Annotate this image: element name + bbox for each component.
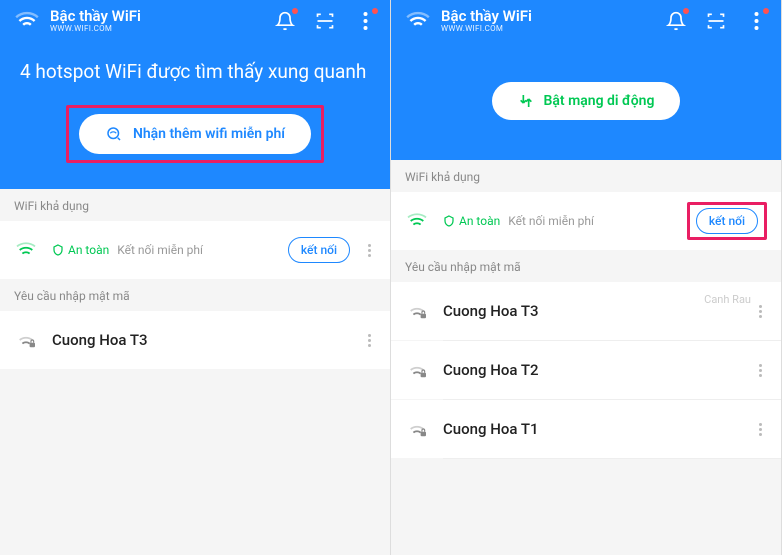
wifi-logo-icon [14,8,40,34]
hero: 4 hotspot WiFi được tìm thấy xung quanh … [0,42,390,189]
row-body: An toàn Kết nối miễn phí [52,243,288,257]
cta-label: Bật mạng di động [544,93,655,109]
header: Bậc thầy WiFi WWW.WIFI.COM B [391,0,781,160]
wifi-row-locked[interactable]: Cuong Hoa T1 [391,400,781,458]
wifi-row-safe[interactable]: An toàn Kết nối miễn phí kết nối [0,221,390,279]
notification-dot [683,8,689,14]
more-icon[interactable] [362,244,376,257]
brand: Bậc thầy WiFi WWW.WIFI.COM [441,8,532,33]
wifi-lock-icon [405,302,429,320]
connect-highlight: kết nối [687,202,767,240]
connect-button[interactable]: kết nối [696,208,758,234]
wifi-lock-icon [14,331,38,349]
more-icon[interactable] [753,423,767,436]
safe-badge: An toàn [52,243,109,257]
row-body: An toàn Kết nối miễn phí [443,214,683,228]
scan-icon[interactable] [705,10,727,32]
password-label: Yêu cầu nhập mật mã [391,250,781,282]
network-name: Cuong Hoa T2 [443,361,741,379]
safe-badge: An toàn [443,214,500,228]
menu-dot [763,8,769,14]
password-label: Yêu cầu nhập mật mã [0,279,390,311]
row-body: Cuong Hoa T3 [52,331,350,349]
app-title: Bậc thầy WiFi [50,8,141,25]
wifi-lock-icon [405,361,429,379]
wifi-lock-icon [405,420,429,438]
network-name: Cuong Hoa T3 [52,331,350,349]
screen-right: Bậc thầy WiFi WWW.WIFI.COM B [391,0,782,555]
menu-icon[interactable] [745,10,767,32]
wifi-signal-icon [14,241,38,259]
topbar: Bậc thầy WiFi WWW.WIFI.COM [391,0,781,42]
password-section: Yêu cầu nhập mật mã Canh Rau Cuong Hoa T… [391,250,781,459]
free-label: Kết nối miễn phí [117,243,203,257]
available-label: WiFi khả dụng [391,160,781,192]
wifi-row-safe[interactable]: An toàn Kết nối miễn phí kết nối [391,192,781,250]
screen-left: Bậc thầy WiFi WWW.WIFI.COM 4 hotspot WiF… [0,0,391,555]
brand: Bậc thầy WiFi WWW.WIFI.COM [50,8,141,33]
app-subtitle: WWW.WIFI.COM [50,25,141,34]
scan-icon[interactable] [314,10,336,32]
cta-highlight: Nhận thêm wifi miễn phí [66,105,324,163]
notification-dot [292,8,298,14]
more-icon[interactable] [753,305,767,318]
bell-icon[interactable] [274,10,296,32]
enable-mobile-data-button[interactable]: Bật mạng di động [492,82,681,120]
app-title: Bậc thầy WiFi [441,8,532,25]
cta-label: Nhận thêm wifi miễn phí [133,126,285,142]
free-label: Kết nối miễn phí [508,214,594,228]
header: Bậc thầy WiFi WWW.WIFI.COM 4 hotspot WiF… [0,0,390,189]
password-section: Yêu cầu nhập mật mã Cuong Hoa T3 [0,279,390,369]
top-actions [665,10,767,32]
topbar: Bậc thầy WiFi WWW.WIFI.COM [0,0,390,42]
network-name: Cuong Hoa T1 [443,420,741,438]
more-icon[interactable] [753,364,767,377]
divider [443,458,781,459]
available-section: WiFi khả dụng An toàn Kết nối miễn phí k… [391,160,781,250]
get-more-wifi-button[interactable]: Nhận thêm wifi miễn phí [79,114,311,154]
wifi-row-locked[interactable]: Cuong Hoa T3 [0,311,390,369]
menu-dot [372,8,378,14]
available-section: WiFi khả dụng An toàn Kết nối miễn phí k… [0,189,390,279]
connect-button[interactable]: kết nối [288,237,350,263]
top-actions [274,10,376,32]
app-subtitle: WWW.WIFI.COM [441,25,532,34]
network-name: Cuong Hoa T3 [443,302,741,320]
wifi-signal-icon [405,212,429,230]
bell-icon[interactable] [665,10,687,32]
wifi-row-locked[interactable]: Cuong Hoa T3 [391,282,781,340]
hero: Bật mạng di động [391,42,781,160]
wifi-logo-icon [405,8,431,34]
available-label: WiFi khả dụng [0,189,390,221]
hero-title: 4 hotspot WiFi được tìm thấy xung quanh [18,60,372,83]
wifi-row-locked[interactable]: Cuong Hoa T2 [391,341,781,399]
watermark: Canh Rau [704,293,751,306]
more-icon[interactable] [362,334,376,347]
menu-icon[interactable] [354,10,376,32]
